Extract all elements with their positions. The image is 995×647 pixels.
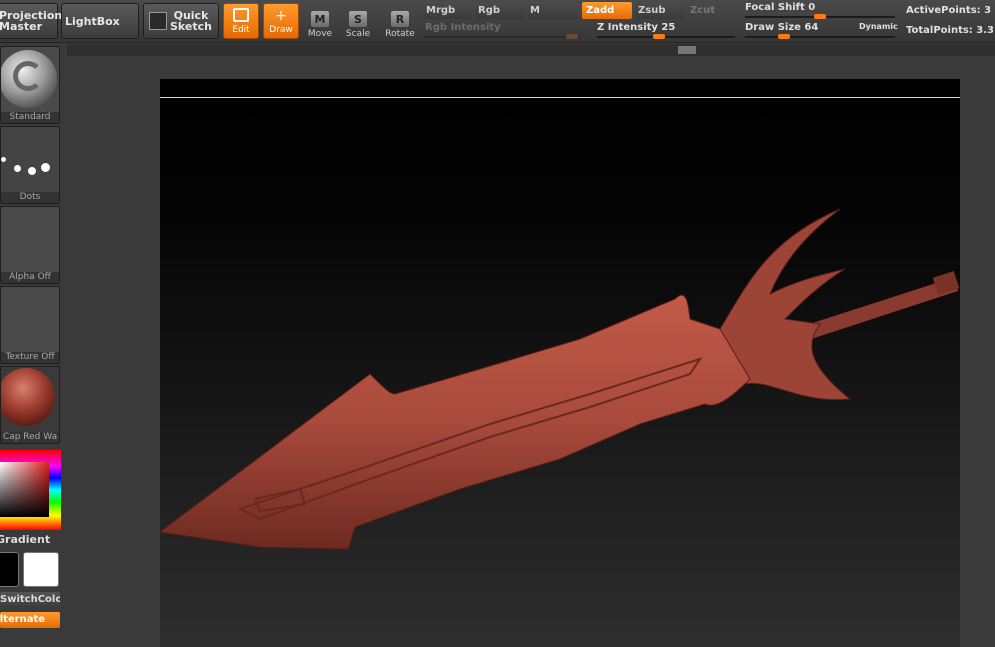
active-points-value: 3 [984,5,992,16]
lightbox-label: LightBox [65,14,120,28]
focal-shift-text: Focal Shift [745,2,805,13]
z-intensity-slider[interactable] [597,36,735,38]
edit-label: Edit [232,25,250,35]
alpha-label: Alpha Off [1,272,59,283]
zcut-button[interactable]: Zcut [686,2,736,19]
m-button[interactable]: M [526,2,578,19]
move-label: Move [307,29,333,39]
dynamic-toggle[interactable]: Dynamic [859,22,898,31]
scale-icon: S [349,11,367,27]
projection-master-label: Projection Master [0,9,63,33]
stroke-label: Dots [1,192,59,203]
total-points-label: TotalPoints: [906,25,973,36]
brush-label: Standard [1,112,59,123]
quick-sketch-button[interactable]: Quick Sketch [143,3,219,39]
total-points: TotalPoints: 3.3 [906,25,994,36]
rgb-button[interactable]: Rgb [474,2,524,19]
total-points-value: 3.3 [976,25,994,36]
material-sphere-icon [1,368,55,426]
zsub-button[interactable]: Zsub [634,2,684,19]
alternate-button[interactable]: Alternate [0,612,60,628]
document-canvas[interactable] [160,79,960,647]
draw-size-value: 64 [804,22,819,33]
draw-icon: + [275,7,287,24]
alpha-selector[interactable]: Alpha Off [0,206,60,284]
z-intensity-label: Z Intensity 25 [597,22,675,33]
rgb-intensity-knob[interactable] [566,34,578,39]
texture-selector[interactable]: Texture Off [0,286,60,364]
z-intensity-knob[interactable] [653,34,665,39]
material-selector[interactable]: Cap Red Wa [0,366,60,444]
sword-blade [160,294,751,550]
draw-size-label: Draw Size 64 [745,22,818,33]
sword-model[interactable] [160,79,960,647]
focal-shift-label: Focal Shift 0 [745,2,815,13]
gradient-label[interactable]: Gradient [0,533,50,546]
stroke-selector[interactable]: Dots [0,126,60,204]
main-color-swatch[interactable] [0,552,19,587]
scale-button[interactable]: S Scale [340,3,376,39]
mrgb-button[interactable]: Mrgb [422,2,472,19]
texture-label: Texture Off [1,352,59,363]
color-picker-square[interactable] [0,462,49,517]
switch-color-button[interactable]: SwitchColor [0,592,60,608]
rgb-intensity-slider[interactable] [425,36,580,38]
rotate-button[interactable]: R Rotate [382,3,418,39]
zadd-button[interactable]: Zadd [582,2,632,19]
top-toolbar: Projection Master LightBox Quick Sketch … [0,0,995,43]
color-picker[interactable] [0,450,61,530]
active-points-label: ActivePoints: [906,5,981,16]
edit-button[interactable]: Edit [223,3,259,39]
lightbox-button[interactable]: LightBox [61,3,139,39]
move-button[interactable]: M Move [302,3,338,39]
draw-size-knob[interactable] [778,34,790,39]
quick-sketch-icon [149,12,167,30]
left-shelf: Standard Dots Alpha Off Texture Off Cap … [0,44,66,647]
projection-master-button[interactable]: Projection Master [0,3,62,39]
secondary-color-swatch[interactable] [23,552,59,587]
canvas-scrollbar[interactable] [67,44,995,56]
draw-label: Draw [269,24,293,35]
draw-size-text: Draw Size [745,22,801,33]
brush-selector[interactable]: Standard [0,46,60,124]
focal-shift-value: 0 [808,2,816,13]
focal-shift-knob[interactable] [814,14,826,19]
rotate-label: Rotate [385,29,415,39]
rgb-intensity-label: Rgb Intensity [425,22,501,33]
edit-icon [233,8,249,22]
scale-label: Scale [345,29,371,39]
z-intensity-text: Z Intensity [597,22,658,33]
quick-sketch-label: Quick Sketch [169,9,212,33]
z-intensity-value: 25 [661,22,676,33]
brush-swirl-icon [13,61,43,91]
active-points: ActivePoints: 3 [906,5,991,16]
dots-stroke-icon [1,157,59,177]
draw-button[interactable]: + Draw [263,3,299,39]
draw-size-slider[interactable] [745,36,895,38]
material-label: Cap Red Wa [1,432,59,443]
rotate-icon: R [391,11,409,27]
scrollbar-thumb[interactable] [678,46,696,54]
move-icon: M [311,11,329,27]
